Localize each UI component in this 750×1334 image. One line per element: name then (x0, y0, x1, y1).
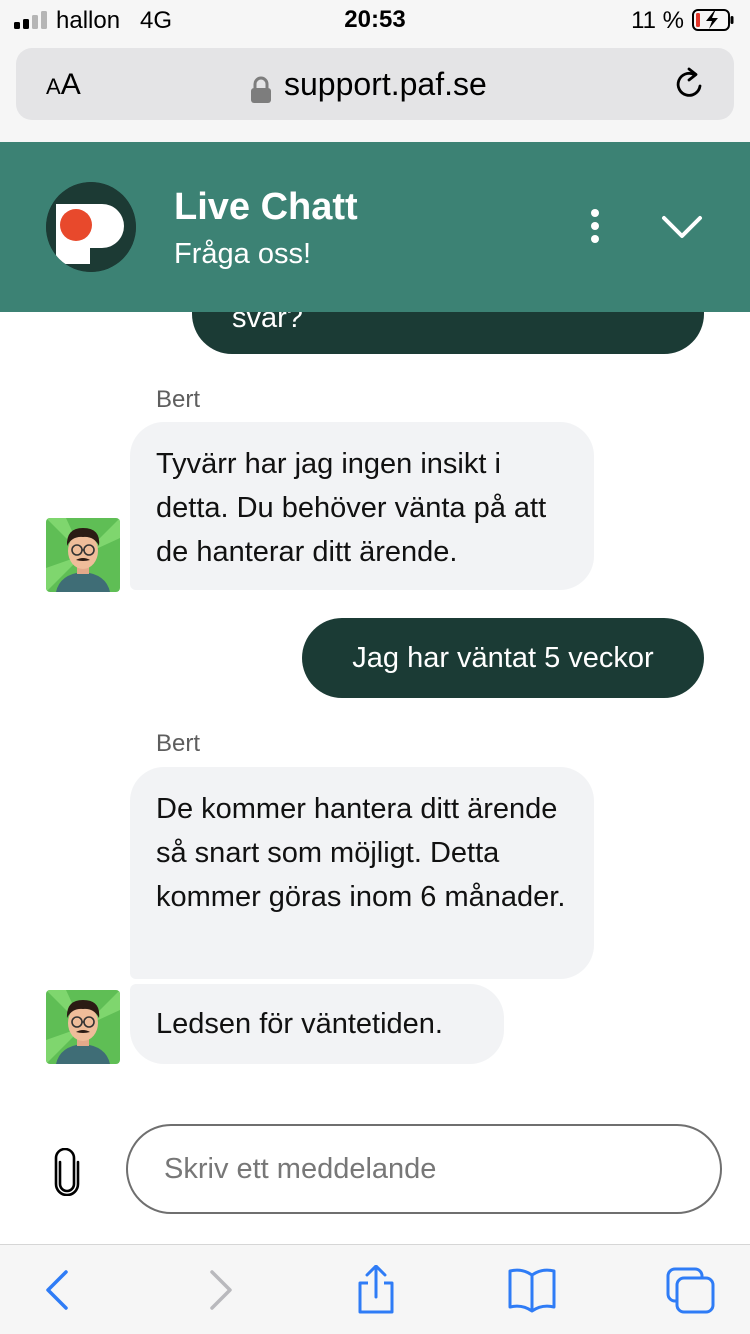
chat-header: Live Chatt Fråga oss! (0, 142, 750, 312)
chat-title: Live Chatt (174, 186, 358, 228)
book-icon[interactable] (504, 1265, 560, 1315)
chevron-right-icon[interactable] (192, 1265, 248, 1315)
message-composer (0, 1112, 750, 1244)
message-list[interactable]: svar? Bert Tyvärr har jag ingen insikt i… (0, 312, 750, 1112)
agent-avatar (46, 990, 120, 1064)
chat-subtitle: Fråga oss! (174, 238, 311, 270)
outgoing-message: svar? (192, 312, 704, 354)
tabs-icon[interactable] (662, 1265, 718, 1315)
browser-toolbar (0, 1244, 750, 1334)
incoming-message: Tyvärr har jag ingen insikt i detta. Du … (130, 422, 594, 590)
incoming-message: Ledsen för väntetiden. (130, 984, 504, 1064)
sender-name: Bert (156, 730, 201, 757)
agent-avatar (46, 518, 120, 592)
sender-name: Bert (156, 386, 201, 413)
browser-address-area: AA support.paf.se (0, 40, 750, 142)
reload-icon[interactable] (672, 66, 708, 102)
outgoing-message: Jag har väntat 5 veckor (302, 618, 704, 698)
more-options-icon[interactable] (578, 208, 612, 244)
incoming-message: De kommer hantera ditt ärende så snart s… (130, 767, 594, 979)
chevron-left-icon[interactable] (30, 1265, 86, 1315)
battery-charging-icon (692, 9, 734, 31)
paf-logo (46, 182, 136, 272)
lock-icon (251, 76, 271, 103)
share-icon[interactable] (348, 1265, 404, 1315)
chevron-down-icon[interactable] (660, 212, 704, 242)
status-bar: hallon 4G 20:53 11 % (0, 0, 750, 40)
battery-percentage: 11 % (631, 7, 684, 34)
paperclip-icon[interactable] (50, 1148, 84, 1196)
url-text[interactable]: support.paf.se (284, 66, 487, 103)
message-input[interactable] (126, 1124, 722, 1214)
address-bar[interactable]: AA support.paf.se (16, 48, 734, 120)
text-size-button[interactable]: AA (46, 68, 81, 102)
message-text: svar? (232, 312, 303, 334)
